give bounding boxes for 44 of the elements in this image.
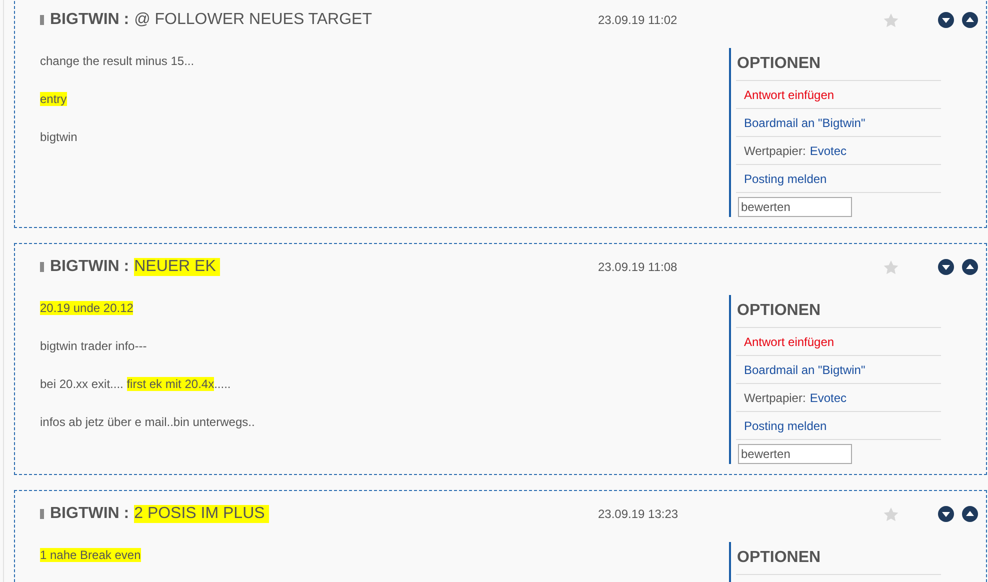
post-text: 20.19 unde 20.12 [40,301,134,315]
boardmail-link[interactable]: Boardmail an "Bigtwin" [744,116,866,130]
scroll-up-icon[interactable] [962,259,978,275]
scroll-up-icon[interactable] [962,506,978,522]
rating-field[interactable]: bewerten [738,197,852,217]
marker-icon [40,262,44,272]
report-link[interactable]: Posting melden [744,418,827,432]
post-text: 1 nahe Break even [40,548,142,562]
post-author: BIGTWIN : [50,258,130,276]
scroll-down-icon[interactable] [938,12,954,28]
reply-link[interactable]: Antwort einfügen [744,334,834,348]
star-icon[interactable] [883,260,899,274]
scroll-up-icon[interactable] [962,12,978,28]
post-title: NEUER EK [134,258,220,276]
options-heading: OPTIONEN [737,549,821,567]
scroll-down-icon[interactable] [938,259,954,275]
report-link[interactable]: Posting melden [744,172,827,186]
post-text: bigtwin trader info--- [40,339,148,353]
scroll-down-icon[interactable] [938,506,954,522]
post-date: 23.09.19 13:23 [598,507,678,521]
post-text: infos ab jetz über e mail..bin unterwegs.. [40,415,256,429]
marker-icon [40,15,44,25]
post-date: 23.09.19 11:08 [598,260,678,274]
post-date: 23.09.19 11:02 [598,13,678,27]
post-title: @ FOLLOWER NEUES TARGET [134,11,373,29]
marker-icon [40,509,44,519]
option-label: Wertpapier: [744,144,806,158]
post-author: BIGTWIN : [50,11,130,29]
star-icon[interactable] [883,12,899,28]
options-heading: OPTIONEN [737,302,821,320]
options-heading: OPTIONEN [737,55,821,73]
boardmail-link[interactable]: Boardmail an "Bigtwin" [744,362,866,376]
post-author: BIGTWIN : [50,505,130,523]
security-link[interactable]: Evotec [810,390,846,404]
post-text: bigtwin [40,130,78,144]
security-link[interactable]: Evotec [810,144,846,158]
reply-link[interactable]: Antwort einfügen [744,88,834,102]
rating-field[interactable]: bewerten [738,444,852,464]
star-icon[interactable] [883,506,899,522]
post-text: entry [40,92,68,106]
post-text: change the result minus 15... [40,54,196,68]
option-label: Wertpapier: [744,390,806,404]
post-text: bei 20.xx exit.... first ek mit 20.4x..... [40,377,232,391]
post-title: 2 POSIS IM PLUS [134,505,269,523]
